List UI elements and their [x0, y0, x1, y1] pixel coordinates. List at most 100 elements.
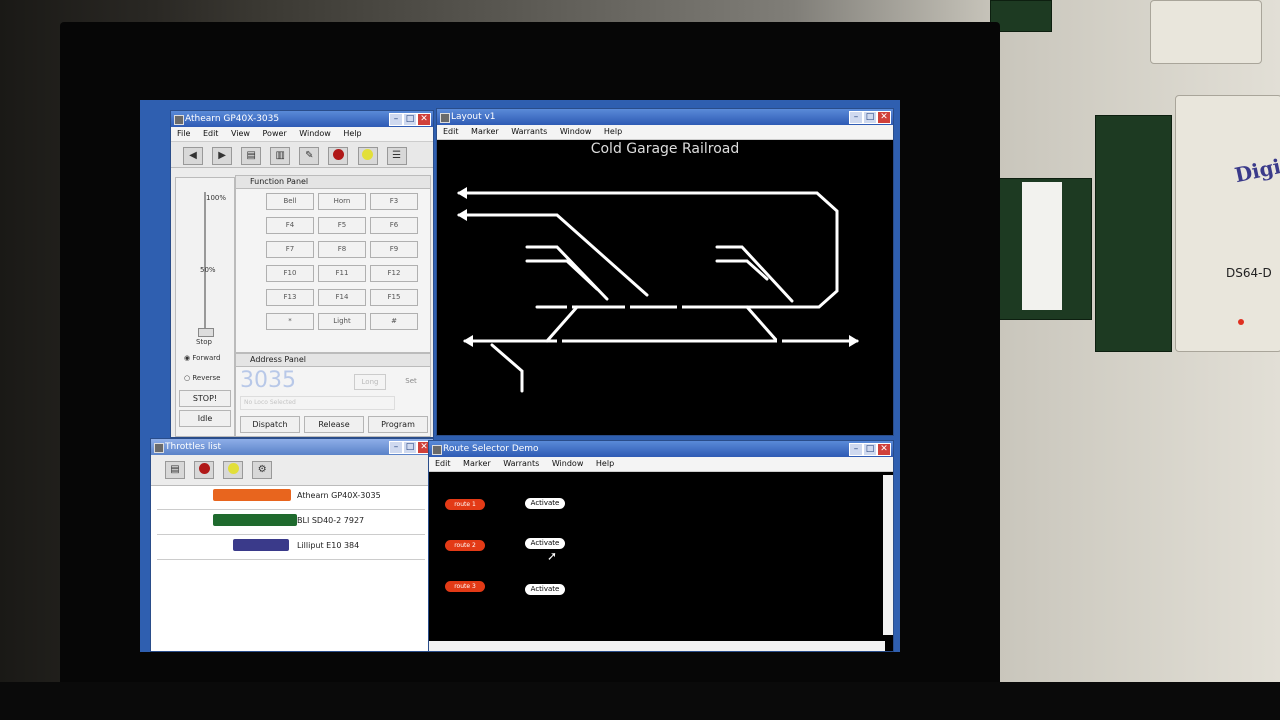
- function-button[interactable]: F9: [370, 241, 418, 258]
- function-button[interactable]: F12: [370, 265, 418, 282]
- function-button[interactable]: #: [370, 313, 418, 330]
- layout-window: Layout v1 – □ ✕ Edit Marker Warrants Win…: [436, 108, 894, 436]
- window-title: Athearn GP40X-3035: [185, 114, 280, 124]
- list-icon[interactable]: ☰: [386, 146, 407, 165]
- route-selector-titlebar[interactable]: Route Selector Demo – □ ✕: [429, 441, 893, 457]
- menu-window[interactable]: Window: [552, 459, 584, 468]
- program-button[interactable]: Program: [368, 416, 428, 433]
- route-indicator: route 3: [445, 581, 485, 592]
- stop-button[interactable]: STOP!: [179, 390, 231, 407]
- speed-slider-thumb[interactable]: [198, 328, 214, 337]
- menu-edit[interactable]: Edit: [435, 459, 451, 468]
- track-arrow-upper: [457, 209, 467, 221]
- document-icon[interactable]: ▤: [241, 146, 262, 165]
- address-type-select[interactable]: Long: [354, 374, 386, 390]
- stop-radio-label[interactable]: Stop: [196, 338, 212, 346]
- function-button[interactable]: F8: [318, 241, 366, 258]
- block-gap: [677, 304, 682, 310]
- menu-window[interactable]: Window: [299, 129, 331, 138]
- dispatch-button[interactable]: Dispatch: [240, 416, 300, 433]
- activate-button[interactable]: Activate: [525, 538, 565, 549]
- power-on-icon[interactable]: [223, 460, 244, 479]
- function-button[interactable]: F3: [370, 193, 418, 210]
- throttles-toolbar: ▤ ⚙: [151, 455, 433, 486]
- java-icon: [432, 445, 442, 455]
- function-button[interactable]: Light: [318, 313, 366, 330]
- trash-icon[interactable]: ▥: [270, 146, 291, 165]
- function-button[interactable]: F6: [370, 217, 418, 234]
- function-button[interactable]: *: [266, 313, 314, 330]
- set-button[interactable]: Set: [396, 374, 426, 388]
- throttles-list-titlebar[interactable]: Throttles list – □ ✕: [151, 439, 433, 455]
- vertical-scrollbar[interactable]: [883, 475, 893, 635]
- throttle-row[interactable]: Lilliput E10 384: [157, 535, 425, 560]
- menu-edit[interactable]: Edit: [203, 129, 219, 138]
- block-gap: [557, 338, 562, 344]
- track-upper-left: [457, 213, 649, 297]
- menu-warrants[interactable]: Warrants: [503, 459, 539, 468]
- track-arrow-top: [457, 187, 467, 199]
- function-button[interactable]: Bell: [266, 193, 314, 210]
- function-button[interactable]: F5: [318, 217, 366, 234]
- track-spur-2: [525, 259, 599, 291]
- forward-radio[interactable]: ◉ Forward: [184, 354, 221, 362]
- throttle-row[interactable]: Athearn GP40X-3035: [157, 485, 425, 510]
- function-button[interactable]: Horn: [318, 193, 366, 210]
- power-off-icon[interactable]: [328, 146, 349, 165]
- minimize-button[interactable]: –: [389, 113, 403, 126]
- menu-marker[interactable]: Marker: [463, 459, 491, 468]
- power-off-icon[interactable]: [194, 460, 215, 479]
- throttle-window: Athearn GP40X-3035 – □ ✕ File Edit View …: [170, 110, 434, 438]
- function-button[interactable]: F11: [318, 265, 366, 282]
- maximize-button[interactable]: □: [863, 443, 877, 456]
- function-button[interactable]: F15: [370, 289, 418, 306]
- throttle-row-label: Lilliput E10 384: [297, 541, 360, 550]
- function-button[interactable]: F13: [266, 289, 314, 306]
- maximize-button[interactable]: □: [403, 441, 417, 454]
- block-gap: [777, 338, 782, 344]
- close-button[interactable]: ✕: [877, 443, 891, 456]
- menu-view[interactable]: View: [231, 129, 250, 138]
- minimize-button[interactable]: –: [389, 441, 403, 454]
- new-throttle-icon[interactable]: ▤: [165, 460, 185, 479]
- model-label: DS64-D: [1226, 266, 1272, 280]
- block-gap: [567, 304, 572, 310]
- maximize-button[interactable]: □: [403, 113, 417, 126]
- edit-icon[interactable]: ✎: [299, 146, 320, 165]
- reverse-radio[interactable]: ○ Reverse: [184, 374, 220, 382]
- menu-power[interactable]: Power: [263, 129, 287, 138]
- forward-label: Forward: [192, 354, 221, 362]
- throttle-titlebar[interactable]: Athearn GP40X-3035 – □ ✕: [171, 111, 433, 127]
- java-icon: [174, 115, 184, 125]
- brand-logo: Digitrax: [1232, 144, 1280, 188]
- menu-file[interactable]: File: [177, 129, 190, 138]
- menu-help[interactable]: Help: [343, 129, 361, 138]
- function-button[interactable]: F14: [318, 289, 366, 306]
- back-arrow-icon[interactable]: ◀: [183, 146, 203, 165]
- function-button[interactable]: F4: [266, 217, 314, 234]
- address-field[interactable]: 3035: [240, 370, 352, 392]
- route-selector-window: Route Selector Demo – □ ✕ Edit Marker Wa…: [428, 440, 894, 652]
- preferences-icon[interactable]: ⚙: [252, 460, 273, 479]
- release-button[interactable]: Release: [304, 416, 364, 433]
- activate-button[interactable]: Activate: [525, 498, 565, 509]
- speed-slider-track[interactable]: [204, 192, 206, 332]
- function-button[interactable]: F7: [266, 241, 314, 258]
- speed-label-mid: 50%: [200, 266, 216, 274]
- track-spur-1: [525, 245, 609, 301]
- throttle-row[interactable]: BLI SD40-2 7927: [157, 510, 425, 535]
- function-button[interactable]: F10: [266, 265, 314, 282]
- power-on-icon[interactable]: [357, 146, 378, 165]
- address-panel-header: Address Panel: [236, 354, 430, 367]
- track-spur-3: [715, 245, 794, 303]
- control-panel: 100% 50% Stop ◉ Forward ○ Reverse STOP! …: [175, 177, 235, 437]
- close-button[interactable]: ✕: [417, 113, 431, 126]
- menu-help[interactable]: Help: [596, 459, 614, 468]
- block-gap: [625, 304, 630, 310]
- roster-select[interactable]: No Loco Selected: [240, 396, 395, 410]
- address-buttons: Dispatch Release Program: [176, 416, 430, 434]
- horizontal-scrollbar[interactable]: [429, 641, 885, 651]
- minimize-button[interactable]: –: [849, 443, 863, 456]
- activate-button[interactable]: Activate: [525, 584, 565, 595]
- forward-arrow-icon[interactable]: ▶: [212, 146, 233, 165]
